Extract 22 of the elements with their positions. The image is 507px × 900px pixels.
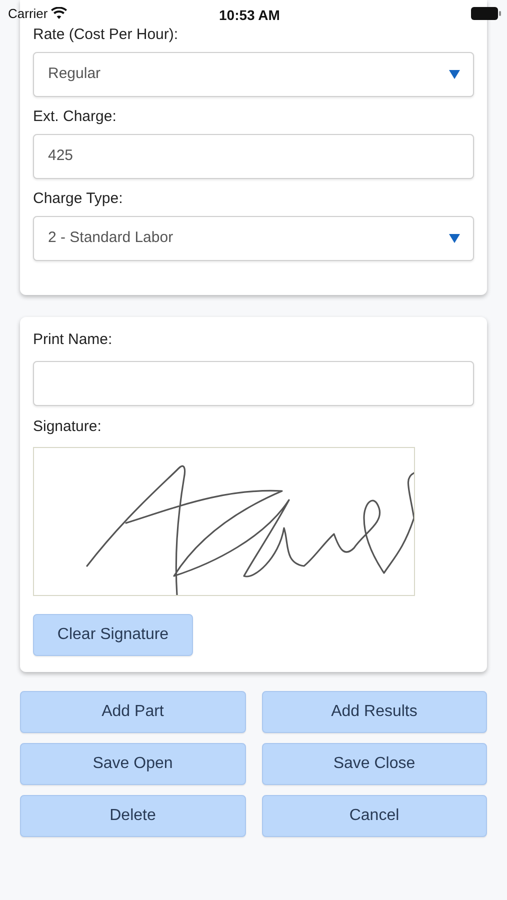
input-field[interactable] [33, 361, 474, 406]
action-button[interactable]: Add Results [262, 691, 487, 733]
dropdown[interactable]: 2 - Standard Labor [33, 216, 474, 261]
field-label: Rate (Cost Per Hour): [33, 26, 178, 44]
field-label: Ext. Charge: [33, 108, 116, 126]
action-button[interactable]: Delete [20, 795, 246, 837]
input-field[interactable]: 425 [33, 134, 474, 179]
field-label: Print Name: [33, 331, 114, 349]
action-button[interactable]: Cancel [262, 795, 487, 837]
dropdown[interactable]: Regular [33, 52, 474, 97]
clock-text: 10:53 AM [219, 6, 280, 25]
clear-signature-button[interactable]: Clear Signature [33, 614, 193, 656]
action-button[interactable]: Add Part [20, 691, 246, 733]
carrier-text: Carrier [8, 5, 48, 24]
wifi-icon [50, 7, 67, 19]
battery-icon [471, 7, 501, 20]
dropdown-caret-icon [449, 70, 460, 79]
field-label: Charge Type: [33, 190, 123, 208]
action-button[interactable]: Save Open [20, 743, 246, 785]
dropdown-caret-icon [449, 234, 460, 243]
field-label: Signature: [33, 418, 102, 436]
action-button[interactable]: Save Close [262, 743, 487, 785]
